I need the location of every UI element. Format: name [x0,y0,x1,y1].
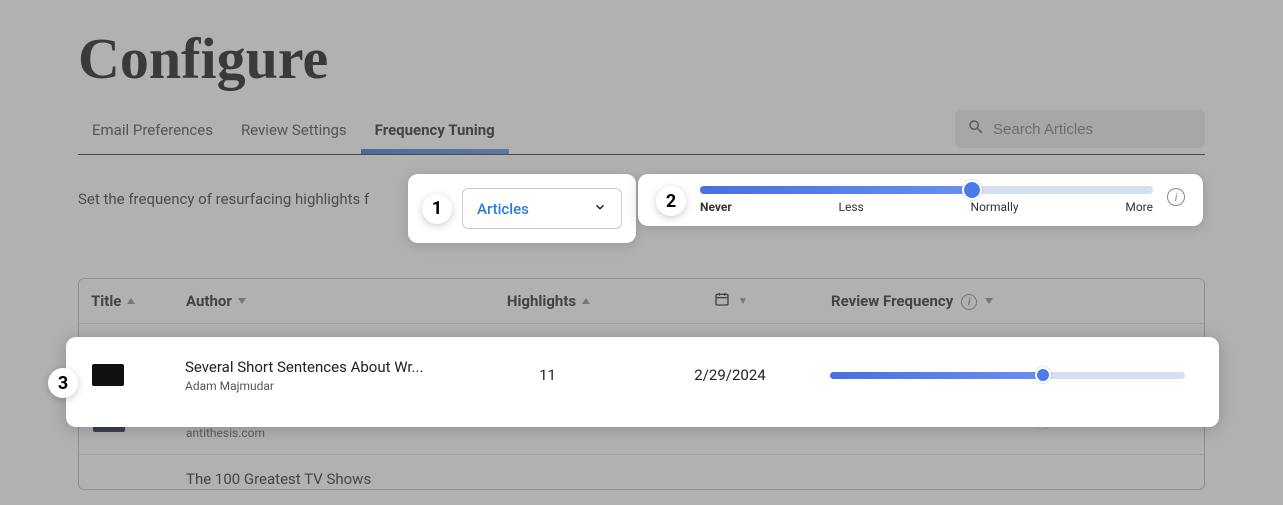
slider-label-normally: Normally [971,200,1019,214]
sort-desc-icon [985,298,993,304]
master-slider-callout: 2 Never Less Normally More i [638,174,1203,226]
table-header: Title Author Highlights ▼ Review Frequen… [79,279,1204,324]
row-subtitle: antithesis.com [186,426,466,440]
callout-1: 1 [422,194,452,224]
tabs-bar: Email Preferences Review Settings Freque… [78,110,1205,155]
row-subtitle: Adam Majmudar [185,379,465,393]
articles-dropdown[interactable]: Articles [462,188,622,229]
callout-2: 2 [656,186,686,216]
thumbnail [90,364,185,386]
table-row[interactable]: The 100 Greatest TV Shows [79,455,1204,489]
tab-review-settings[interactable]: Review Settings [227,111,361,153]
calendar-icon [714,291,730,311]
th-title-label: Title [91,292,121,310]
callout-3: 3 [48,368,78,398]
search-input[interactable] [993,121,1193,138]
dropdown-callout: 1 Articles [408,174,636,243]
slider-label-never: Never [700,200,732,214]
master-frequency-slider[interactable] [700,186,1153,194]
chevron-down-icon: ▼ [738,296,748,307]
slider-label-more: More [1125,200,1153,214]
chevron-down-icon [593,199,607,218]
slider-labels: Never Less Normally More [700,200,1153,214]
page-title: Configure [78,25,1205,92]
th-author[interactable]: Author [186,292,466,310]
slider-handle[interactable] [1035,367,1051,383]
info-icon[interactable]: i [1167,188,1185,206]
search-wrap[interactable] [955,110,1205,148]
sort-asc-icon [582,298,590,304]
th-review-frequency[interactable]: Review Frequency i [831,292,1192,310]
tab-frequency-tuning[interactable]: Frequency Tuning [361,111,509,153]
th-highlights[interactable]: Highlights [466,292,631,310]
row-title: The 100 Greatest TV Shows [186,469,466,489]
th-author-label: Author [186,292,232,310]
row-highlights: 11 [465,366,630,384]
row-date: 2/29/2024 [630,366,830,384]
th-date[interactable]: ▼ [631,291,831,311]
slider-handle[interactable] [962,180,982,200]
sort-desc-icon [238,298,246,304]
dropdown-label: Articles [477,200,529,218]
row-title: Several Short Sentences About Wr... [185,357,465,377]
instruction-text: Set the frequency of resurfacing highlig… [78,190,369,208]
sort-asc-icon [127,298,135,304]
th-highlights-label: Highlights [507,292,576,310]
th-title[interactable]: Title [91,292,186,310]
th-review-label: Review Frequency [831,292,953,310]
search-icon [967,118,993,140]
row-frequency-slider[interactable] [830,372,1185,379]
tab-email-preferences[interactable]: Email Preferences [78,111,227,153]
info-icon[interactable]: i [961,294,977,310]
slider-label-less: Less [839,200,864,214]
